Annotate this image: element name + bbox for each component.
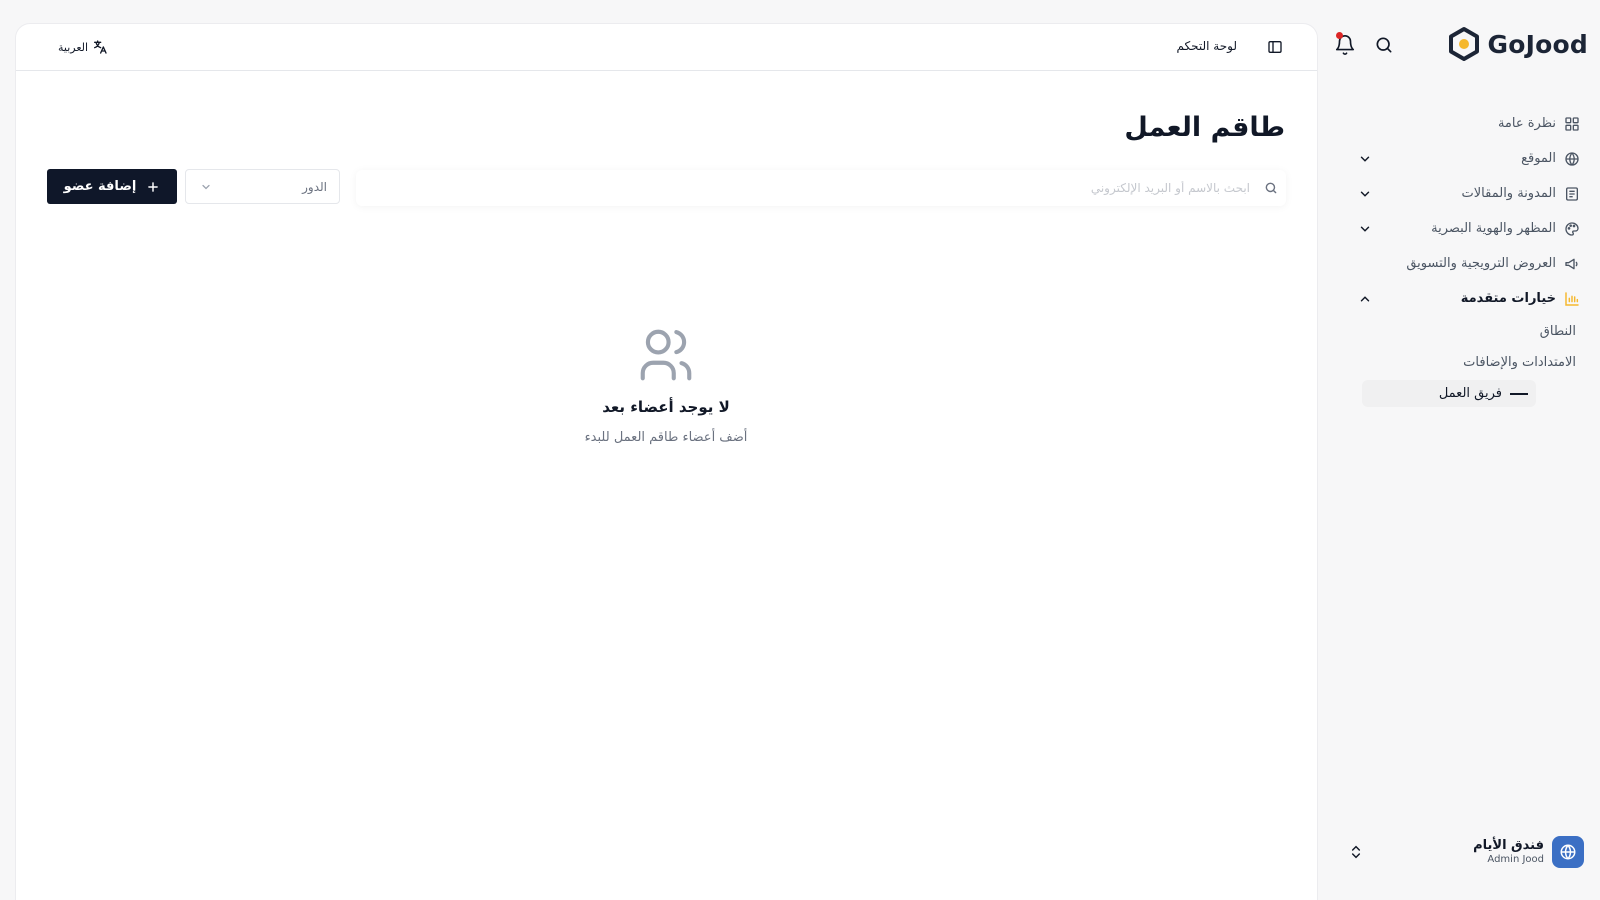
sidebar-item-label: الموقع — [1521, 151, 1556, 166]
sidebar-item-appearance[interactable]: المظهر والهوية البصرية — [1350, 211, 1580, 246]
add-member-button[interactable]: إضافة عضو — [47, 169, 177, 204]
palette-icon — [1564, 221, 1580, 237]
sidebar-subitem-domain[interactable]: النطاق — [1350, 316, 1580, 347]
globe-icon — [1564, 151, 1580, 167]
sidebar-subitem-label: النطاق — [1539, 324, 1576, 339]
translate-icon — [92, 39, 108, 55]
users-icon — [635, 324, 697, 386]
role-select-placeholder: الدور — [302, 179, 327, 194]
bar-chart-icon — [1564, 291, 1580, 307]
sidebar: GoJood نظرة عامة الموقع المدونة والمقالا… — [1332, 0, 1600, 900]
account-switcher[interactable]: فندق الأيام Admin Jood — [1348, 832, 1584, 872]
sidebar-subitem-label: فريق العمل — [1438, 386, 1502, 401]
empty-state-title: لا يوجد أعضاء بعد — [602, 398, 730, 416]
sidebar-item-label: العروض الترويجية والتسويق — [1406, 256, 1556, 271]
sidebar-item-website[interactable]: الموقع — [1350, 141, 1580, 176]
chevron-down-icon[interactable] — [1358, 187, 1372, 201]
chevron-up-icon[interactable] — [1358, 292, 1372, 306]
sidebar-toggle-icon[interactable] — [1267, 39, 1283, 55]
account-name: فندق الأيام — [1473, 837, 1544, 853]
chevron-down-icon[interactable] — [1358, 152, 1372, 166]
sidebar-item-label: خيارات متقدمة — [1460, 291, 1556, 306]
sidebar-item-label: نظرة عامة — [1497, 116, 1556, 131]
empty-state: لا يوجد أعضاء بعد أضف أعضاء طاقم العمل ل… — [456, 324, 876, 445]
page-title: طاقم العمل — [1124, 112, 1285, 143]
bell-icon[interactable] — [1334, 32, 1358, 58]
account-text: فندق الأيام Admin Jood — [1473, 838, 1544, 867]
sidebar-item-label: المظهر والهوية البصرية — [1431, 221, 1556, 236]
brand[interactable]: GoJood — [1446, 26, 1588, 62]
search-input[interactable] — [356, 170, 1286, 206]
sidebar-item-label: المدونة والمقالات — [1461, 186, 1556, 201]
topbar: لوحة التحكم العربية — [16, 24, 1317, 71]
breadcrumb[interactable]: لوحة التحكم — [1177, 39, 1238, 53]
sidebar-subitem-team[interactable]: فريق العمل — [1362, 380, 1536, 407]
role-select[interactable]: الدور — [185, 169, 340, 204]
account-role: Admin Jood — [1487, 853, 1544, 865]
language-label: العربية — [58, 40, 89, 54]
chevron-down-icon[interactable] — [1358, 222, 1372, 236]
sidebar-nav: نظرة عامة الموقع المدونة والمقالات المظه… — [1350, 106, 1580, 407]
sidebar-item-advanced[interactable]: خيارات متقدمة — [1350, 281, 1580, 316]
sidebar-item-marketing[interactable]: العروض الترويجية والتسويق — [1350, 246, 1580, 281]
chevron-down-icon — [200, 181, 212, 193]
main-panel: لوحة التحكم العربية طاقم العمل الدور إضا… — [16, 24, 1317, 900]
notification-dot — [1336, 32, 1343, 39]
language-switcher[interactable]: العربية — [58, 39, 108, 55]
empty-state-subtitle: أضف أعضاء طاقم العمل للبدء — [584, 430, 748, 445]
sidebar-subitem-label: الامتدادات والإضافات — [1463, 355, 1576, 370]
search-box[interactable] — [356, 170, 1286, 206]
sidebar-item-overview[interactable]: نظرة عامة — [1350, 106, 1580, 141]
search-icon[interactable] — [1374, 35, 1398, 59]
newspaper-icon — [1564, 186, 1580, 202]
megaphone-icon — [1564, 256, 1580, 272]
search-icon — [1264, 181, 1278, 195]
chevrons-up-down-icon[interactable] — [1348, 844, 1364, 860]
add-member-label: إضافة عضو — [63, 179, 137, 194]
sidebar-item-blog[interactable]: المدونة والمقالات — [1350, 176, 1580, 211]
grid-icon — [1564, 116, 1580, 132]
plus-icon — [146, 180, 160, 194]
avatar — [1552, 836, 1584, 868]
brand-name: GoJood — [1487, 29, 1588, 59]
logo-icon — [1446, 26, 1482, 62]
sidebar-subitem-extensions[interactable]: الامتدادات والإضافات — [1350, 347, 1580, 378]
